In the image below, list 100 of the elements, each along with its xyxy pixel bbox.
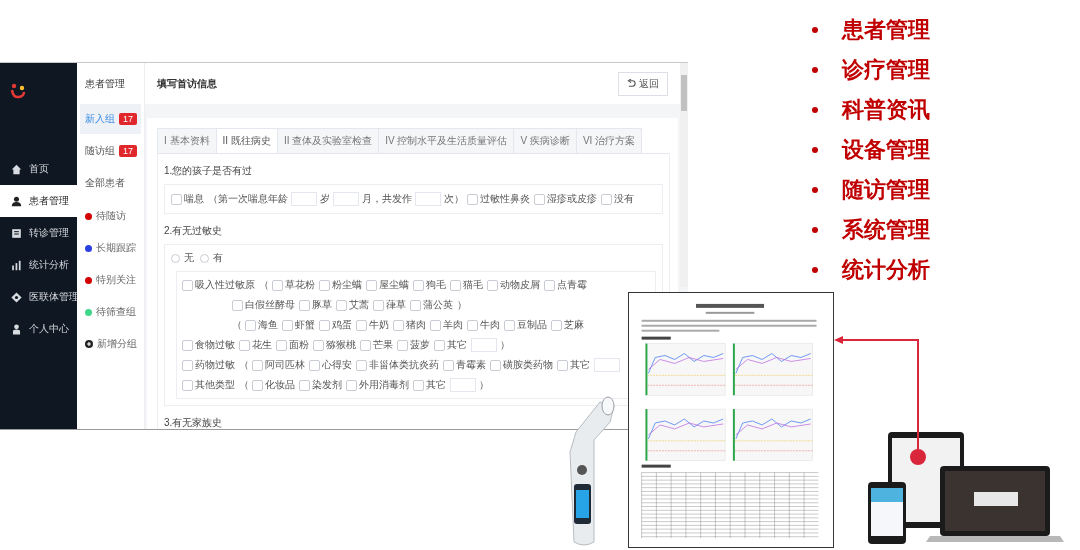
checkbox[interactable]	[171, 193, 182, 205]
checkbox[interactable]	[252, 379, 263, 391]
checkbox[interactable]	[346, 379, 357, 391]
checkbox[interactable]	[551, 319, 562, 331]
input-field[interactable]	[415, 192, 441, 206]
checkbox[interactable]	[557, 359, 568, 371]
checkbox[interactable]	[397, 339, 408, 351]
bullet-icon	[812, 67, 818, 73]
nav-item[interactable]: 转诊管理	[0, 217, 77, 249]
form-text: （	[239, 378, 249, 392]
group-item[interactable]: 新入组 17	[80, 104, 141, 134]
nav-item[interactable]: 个人中心	[0, 313, 77, 345]
checkbox[interactable]	[413, 279, 424, 291]
group-item[interactable]: 随访组 17	[80, 136, 141, 166]
checkbox[interactable]	[245, 319, 256, 331]
checkbox[interactable]	[356, 359, 367, 371]
checkbox[interactable]	[410, 299, 421, 311]
input-field[interactable]	[450, 378, 476, 392]
checkbox-label: 芒果	[373, 338, 393, 352]
person-icon	[11, 323, 22, 335]
nav-item[interactable]: 首页	[0, 153, 77, 185]
feature-item: 诊疗管理	[842, 56, 930, 84]
checkbox[interactable]	[299, 379, 310, 391]
input-field[interactable]	[594, 358, 620, 372]
checkbox[interactable]	[252, 359, 263, 371]
form-text: ）	[457, 298, 467, 312]
checkbox-label: 鸡蛋	[332, 318, 352, 332]
checkbox[interactable]	[336, 299, 347, 311]
group-item[interactable]: 待随访	[96, 209, 126, 223]
checkbox-label: 海鱼	[258, 318, 278, 332]
checkbox[interactable]	[467, 193, 478, 205]
count-badge: 17	[119, 145, 137, 157]
checkbox[interactable]	[450, 279, 461, 291]
checkbox-label: 豆制品	[517, 318, 547, 332]
form-text: （第一次喘息年龄	[208, 192, 288, 206]
checkbox[interactable]	[443, 359, 454, 371]
checkbox[interactable]	[182, 359, 193, 371]
radio-button[interactable]	[200, 253, 209, 263]
input-field[interactable]	[471, 338, 497, 352]
checkbox[interactable]	[182, 339, 193, 351]
group-item[interactable]: 特别关注	[96, 273, 136, 287]
tab[interactable]: V 疾病诊断	[513, 128, 577, 153]
checkbox[interactable]	[282, 319, 293, 331]
checkbox[interactable]	[373, 299, 384, 311]
checkbox[interactable]	[487, 279, 498, 291]
checkbox[interactable]	[319, 319, 330, 331]
input-field[interactable]	[333, 192, 359, 206]
add-group-link[interactable]: 新增分组	[97, 337, 137, 351]
checkbox-label: 外用消毒剂	[359, 378, 409, 392]
checkbox[interactable]	[490, 359, 501, 371]
checkbox[interactable]	[534, 193, 545, 205]
input-field[interactable]	[291, 192, 317, 206]
checkbox[interactable]	[393, 319, 404, 331]
checkbox-label: 草花粉	[285, 278, 315, 292]
scrollbar-thumb[interactable]	[681, 75, 687, 111]
checkbox[interactable]	[434, 339, 445, 351]
checkbox[interactable]	[232, 299, 243, 311]
tab[interactable]: I 基本资料	[157, 128, 217, 153]
group-item[interactable]: 长期跟踪	[96, 241, 136, 255]
form-text: 岁	[320, 192, 330, 206]
bullet-icon	[812, 187, 818, 193]
checkbox[interactable]	[313, 339, 324, 351]
scrollbar[interactable]	[680, 63, 688, 287]
checkbox[interactable]	[467, 319, 478, 331]
tab[interactable]: II 查体及实验室检查	[276, 128, 380, 153]
checkbox[interactable]	[504, 319, 515, 331]
logo-icon	[10, 83, 26, 99]
checkbox[interactable]	[239, 339, 250, 351]
tab[interactable]: VI 治疗方案	[575, 128, 643, 153]
checkbox-label: 牛奶	[369, 318, 389, 332]
page-title: 填写首访信息	[157, 76, 217, 91]
bullet-icon	[812, 147, 818, 153]
checkbox-label: 猪肉	[406, 318, 426, 332]
checkbox[interactable]	[272, 279, 283, 291]
back-button[interactable]: 返回	[618, 71, 668, 96]
nav-item[interactable]: 患者管理	[0, 185, 77, 217]
checkbox[interactable]	[182, 379, 193, 391]
nav-item[interactable]: 统计分析	[0, 249, 77, 281]
checkbox-label: 湿疹或皮疹	[547, 192, 597, 206]
tab[interactable]: IV 控制水平及生活质量评估	[378, 128, 515, 153]
checkbox[interactable]	[309, 359, 320, 371]
checkbox-label: 其他类型	[195, 378, 235, 392]
checkbox-label: 其它	[447, 338, 467, 352]
checkbox[interactable]	[366, 279, 377, 291]
checkbox[interactable]	[276, 339, 287, 351]
checkbox[interactable]	[413, 379, 424, 391]
checkbox-label: 艾蒿	[349, 298, 369, 312]
checkbox[interactable]	[356, 319, 367, 331]
checkbox[interactable]	[360, 339, 371, 351]
checkbox[interactable]	[430, 319, 441, 331]
checkbox[interactable]	[544, 279, 555, 291]
checkbox[interactable]	[182, 279, 193, 291]
radio-button[interactable]	[171, 253, 180, 263]
group-item[interactable]: 全部患者	[80, 168, 141, 198]
checkbox-label: 面粉	[289, 338, 309, 352]
checkbox-label: 没有	[614, 192, 634, 206]
group-item[interactable]: 待筛查组	[96, 305, 136, 319]
checkbox[interactable]	[299, 299, 310, 311]
checkbox[interactable]	[601, 193, 612, 205]
checkbox[interactable]	[319, 279, 330, 291]
